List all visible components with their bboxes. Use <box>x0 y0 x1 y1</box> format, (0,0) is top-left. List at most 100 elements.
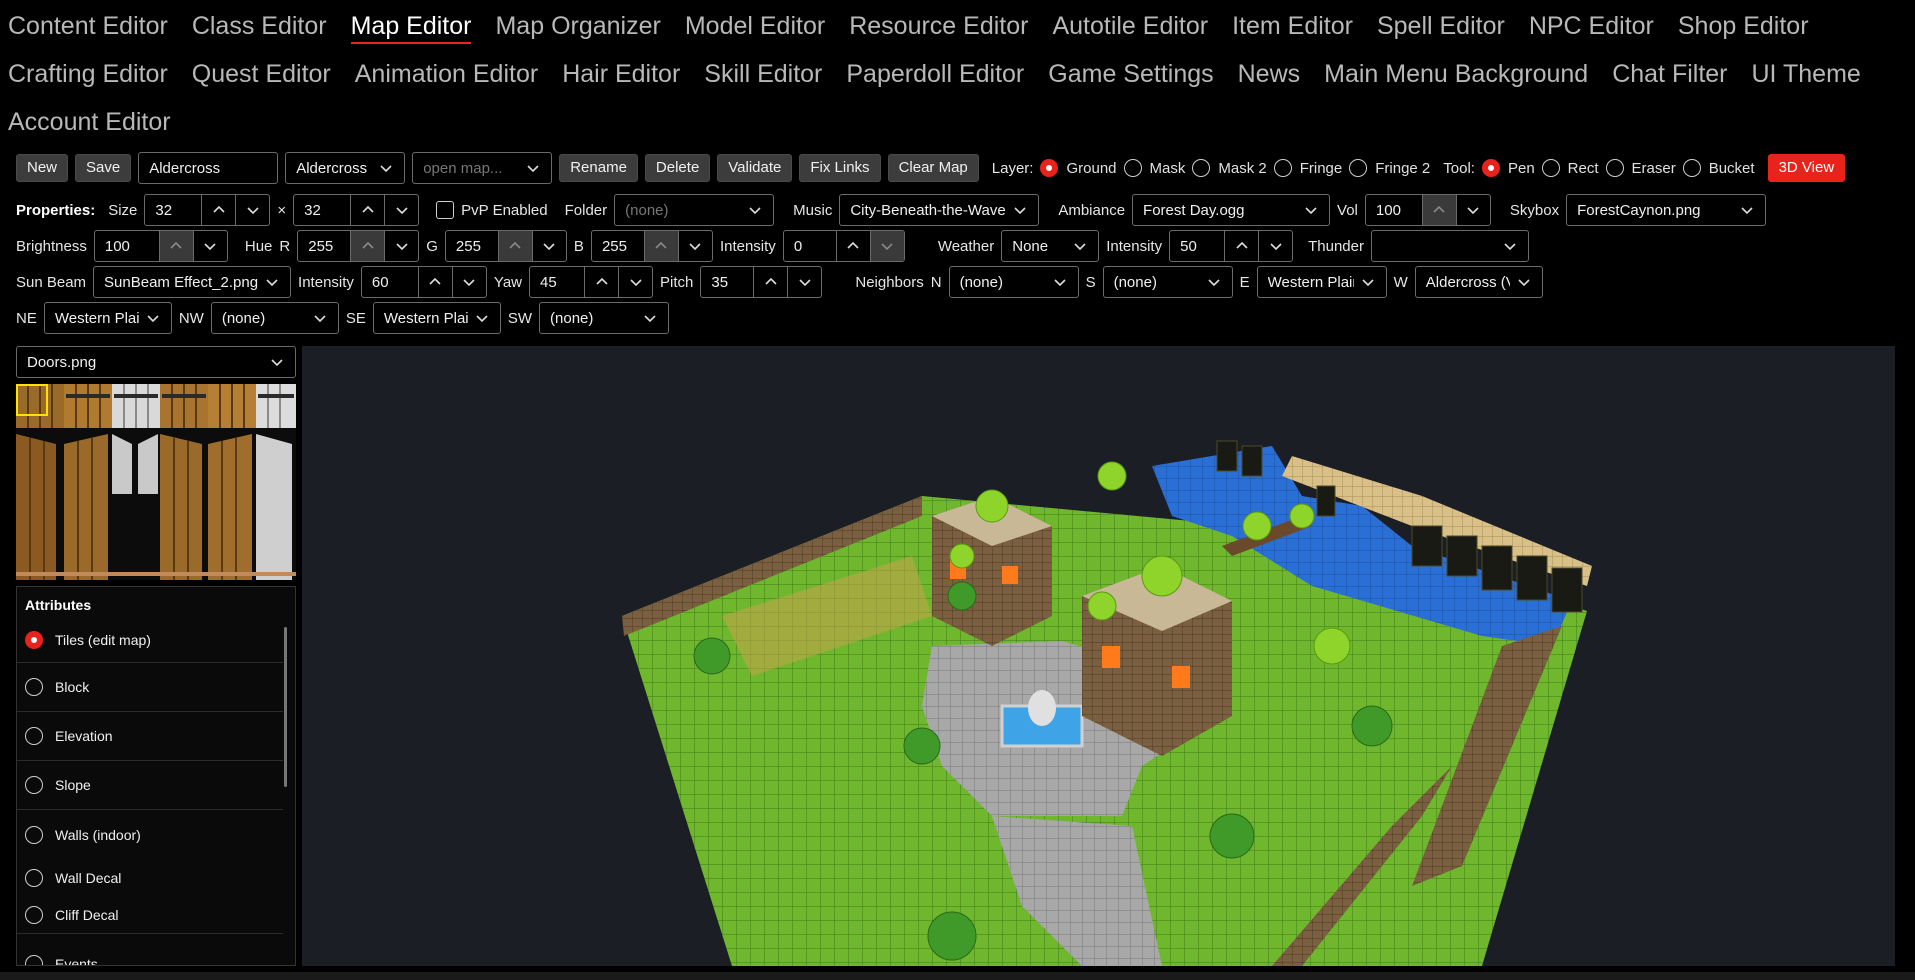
decrement-button[interactable] <box>618 267 652 297</box>
decrement-button[interactable] <box>384 231 418 261</box>
tool-option-pen[interactable]: Pen <box>1481 159 1535 177</box>
nav-chat-filter[interactable]: Chat Filter <box>1612 50 1727 98</box>
radio[interactable] <box>25 776 43 794</box>
decrement-button[interactable] <box>235 195 269 225</box>
intensity-value[interactable]: 0 <box>784 231 836 261</box>
thunder-select[interactable] <box>1370 230 1529 262</box>
increment-button[interactable] <box>350 195 384 225</box>
nav-quest-editor[interactable]: Quest Editor <box>192 50 331 98</box>
nav-ui-theme[interactable]: UI Theme <box>1752 50 1861 98</box>
neighbor-ne-select[interactable]: Western Plair <box>43 302 172 334</box>
radio[interactable] <box>1682 159 1701 177</box>
sunbeam-intensity-value[interactable]: 60 <box>362 267 418 297</box>
attribute-slope[interactable]: Slope <box>17 761 283 810</box>
nav-news[interactable]: News <box>1238 50 1301 98</box>
delete-button[interactable]: Delete <box>644 154 711 182</box>
nav-game-settings[interactable]: Game Settings <box>1048 50 1213 98</box>
decrement-button[interactable] <box>384 195 418 225</box>
tileset-select[interactable]: Doors.png <box>16 346 296 378</box>
new-map-button[interactable]: New <box>16 154 69 182</box>
radio-selected[interactable] <box>25 630 43 649</box>
nav-npc-editor[interactable]: NPC Editor <box>1529 2 1654 50</box>
nav-animation-editor[interactable]: Animation Editor <box>355 50 538 98</box>
yaw-value[interactable]: 45 <box>530 267 584 297</box>
attribute-cliff-decal[interactable]: Cliff Decal <box>17 896 283 933</box>
tool-option-rect[interactable]: Rect <box>1541 159 1599 177</box>
layer-option-fringe[interactable]: Fringe <box>1273 159 1342 177</box>
radio[interactable] <box>25 905 43 924</box>
sunbeam-select[interactable]: SunBeam Effect_2.png <box>93 266 292 298</box>
red-stepper[interactable]: 255 <box>297 230 420 262</box>
width-value[interactable]: 32 <box>145 195 201 225</box>
nav-item-editor[interactable]: Item Editor <box>1232 2 1353 50</box>
brightness-stepper[interactable]: 100 <box>93 230 228 262</box>
neighbor-nw-select[interactable]: (none) <box>210 302 339 334</box>
increment-button[interactable] <box>643 231 678 261</box>
nav-model-editor[interactable]: Model Editor <box>685 2 825 50</box>
weather-intensity-stepper[interactable]: 50 <box>1169 230 1294 262</box>
radio[interactable] <box>1541 159 1560 177</box>
validate-button[interactable]: Validate <box>717 154 793 182</box>
nav-spell-editor[interactable]: Spell Editor <box>1377 2 1505 50</box>
layer-option-mask-2[interactable]: Mask 2 <box>1192 159 1267 177</box>
tool-option-bucket[interactable]: Bucket <box>1682 159 1755 177</box>
brightness-value[interactable]: 100 <box>95 231 159 261</box>
increment-button[interactable] <box>417 267 452 297</box>
green-value[interactable]: 255 <box>446 231 498 261</box>
increment-button[interactable] <box>753 267 787 297</box>
layer-option-fringe-2[interactable]: Fringe 2 <box>1349 159 1430 177</box>
door-tiles-image[interactable] <box>16 384 296 580</box>
height-stepper[interactable]: 32 <box>293 194 420 226</box>
nav-main-menu-background[interactable]: Main Menu Background <box>1324 50 1588 98</box>
pitch-value[interactable]: 35 <box>701 267 753 297</box>
nav-class-editor[interactable]: Class Editor <box>192 2 327 50</box>
neighbor-sw-select[interactable]: (none) <box>539 302 670 334</box>
decrement-button[interactable] <box>1258 231 1292 261</box>
decrement-button[interactable] <box>677 231 712 261</box>
neighbor-se-select[interactable]: Western Plair <box>372 302 501 334</box>
attribute-wall-decal[interactable]: Wall Decal <box>17 859 283 896</box>
nav-hair-editor[interactable]: Hair Editor <box>562 50 680 98</box>
nav-map-organizer[interactable]: Map Organizer <box>495 2 660 50</box>
neighbor-s-select[interactable]: (none) <box>1102 266 1233 298</box>
radio-selected[interactable] <box>1481 159 1500 177</box>
yaw-stepper[interactable]: 45 <box>529 266 653 298</box>
nav-crafting-editor[interactable]: Crafting Editor <box>8 50 168 98</box>
attribute-tiles[interactable]: Tiles (edit map) <box>17 617 283 663</box>
intensity-stepper[interactable]: 0 <box>782 230 905 262</box>
radio[interactable] <box>1123 159 1142 177</box>
attribute-elevation[interactable]: Elevation <box>17 712 283 761</box>
vol-value[interactable]: 100 <box>1366 195 1422 225</box>
increment-button[interactable] <box>1224 231 1258 261</box>
nav-content-editor[interactable]: Content Editor <box>8 2 168 50</box>
fix-links-button[interactable]: Fix Links <box>799 154 881 182</box>
radio[interactable] <box>25 954 43 965</box>
radio[interactable] <box>25 868 43 887</box>
pvp-checkbox[interactable] <box>436 201 455 219</box>
nav-resource-editor[interactable]: Resource Editor <box>849 2 1028 50</box>
nav-paperdoll-editor[interactable]: Paperdoll Editor <box>846 50 1024 98</box>
height-value[interactable]: 32 <box>294 195 350 225</box>
skybox-select[interactable]: ForestCaynon.png <box>1566 194 1767 226</box>
decrement-button[interactable] <box>1455 195 1490 225</box>
nav-shop-editor[interactable]: Shop Editor <box>1678 2 1809 50</box>
nav-skill-editor[interactable]: Skill Editor <box>704 50 822 98</box>
sunbeam-intensity-stepper[interactable]: 60 <box>360 266 487 298</box>
blue-value[interactable]: 255 <box>592 231 644 261</box>
nav-map-editor[interactable]: Map Editor <box>350 2 471 50</box>
increment-button[interactable] <box>201 195 235 225</box>
radio[interactable] <box>1273 159 1292 177</box>
music-select[interactable]: City-Beneath-the-Wave <box>839 194 1040 226</box>
vol-stepper[interactable]: 100 <box>1364 194 1491 226</box>
attribute-events[interactable]: Events <box>17 933 283 965</box>
3d-view-button[interactable]: 3D View <box>1767 154 1846 182</box>
radio-selected[interactable] <box>1040 159 1059 177</box>
tile-palette[interactable] <box>16 384 296 580</box>
neighbor-e-select[interactable]: Western Plair <box>1256 266 1387 298</box>
blue-stepper[interactable]: 255 <box>590 230 713 262</box>
neighbor-n-select[interactable]: (none) <box>948 266 1079 298</box>
tool-option-eraser[interactable]: Eraser <box>1605 159 1676 177</box>
increment-button[interactable] <box>158 231 193 261</box>
radio[interactable] <box>25 727 43 745</box>
decrement-button[interactable] <box>869 231 904 261</box>
